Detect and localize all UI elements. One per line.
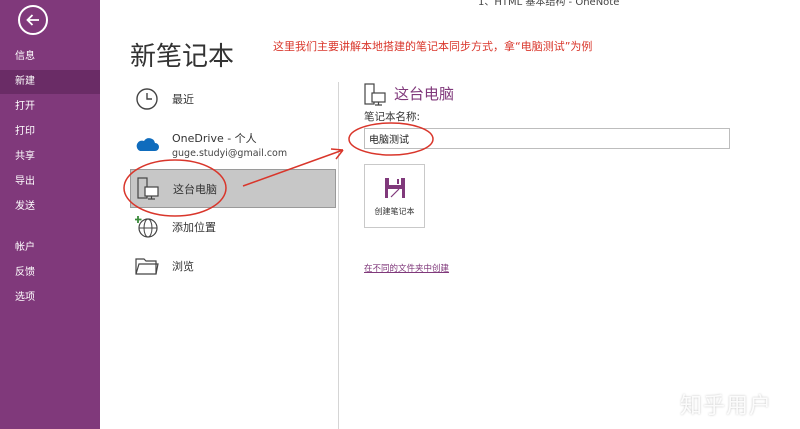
annotation-circle-name (348, 122, 434, 156)
annotation-overlay (123, 122, 434, 217)
watermark: 知乎用户 (680, 394, 773, 419)
annotation-arrow (242, 149, 344, 187)
annotation-circle-this-pc (123, 159, 227, 217)
